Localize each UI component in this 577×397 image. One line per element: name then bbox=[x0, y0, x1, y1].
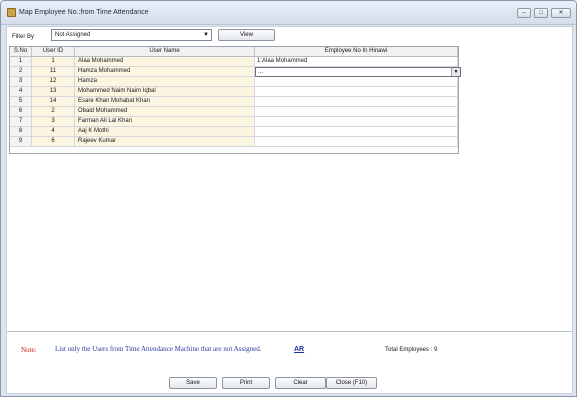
save-button[interactable]: Save bbox=[169, 377, 217, 389]
table-row[interactable]: 3 12 Hamza bbox=[10, 77, 458, 87]
footer-divider bbox=[7, 331, 572, 332]
cell-user-name: Obaid Mohammed bbox=[75, 107, 255, 117]
column-header-sno[interactable]: S.No bbox=[10, 47, 32, 57]
view-button[interactable]: View bbox=[218, 29, 275, 41]
filter-label: Filter By bbox=[12, 34, 35, 40]
cell-sno: 5 bbox=[10, 97, 32, 107]
client-area: Filter By Not Assigned ▼ View S.No User … bbox=[6, 26, 573, 394]
chevron-down-icon[interactable]: ▼ bbox=[451, 68, 460, 76]
employee-grid: S.No User ID User Name Employee No In Hi… bbox=[9, 46, 461, 154]
cell-employee-no[interactable] bbox=[255, 137, 458, 147]
cell-user-id: 12 bbox=[32, 77, 75, 87]
cell-sno: 2 bbox=[10, 67, 32, 77]
close-window-button[interactable]: ✕ bbox=[551, 8, 571, 18]
cell-user-id: 14 bbox=[32, 97, 75, 107]
cell-sno: 8 bbox=[10, 127, 32, 137]
cell-user-name: Esare Khan Mohabat Khan bbox=[75, 97, 255, 107]
cell-user-id: 6 bbox=[32, 137, 75, 147]
column-header-user-name[interactable]: User Name bbox=[75, 47, 255, 57]
table-row[interactable]: 2 11 Hamza Mohammed ... ▼ bbox=[10, 67, 461, 77]
cell-sno: 4 bbox=[10, 87, 32, 97]
cell-user-id: 3 bbox=[32, 117, 75, 127]
cell-user-id: 13 bbox=[32, 87, 75, 97]
table-row[interactable]: 8 4 Aaj K Mothi bbox=[10, 127, 458, 137]
cell-user-name: Aaj K Mothi bbox=[75, 127, 255, 137]
chevron-down-icon: ▼ bbox=[203, 32, 209, 38]
employee-no-combobox[interactable]: ... ▼ bbox=[255, 67, 461, 77]
cell-user-name: Alaa Mohammed bbox=[75, 57, 255, 67]
column-header-user-id[interactable]: User ID bbox=[32, 47, 75, 57]
cell-sno: 1 bbox=[10, 57, 32, 67]
cell-user-id: 1 bbox=[32, 57, 75, 67]
cell-employee-no[interactable] bbox=[255, 127, 458, 137]
combobox-value: ... bbox=[258, 69, 264, 75]
table-row[interactable]: 7 3 Farman Ali Lal Khan bbox=[10, 117, 458, 127]
table-row[interactable]: 5 14 Esare Khan Mohabat Khan bbox=[10, 97, 458, 107]
minimize-button[interactable]: – bbox=[517, 8, 531, 18]
cell-employee-no[interactable]: 1:Alaa Mohammed bbox=[255, 57, 458, 67]
title-bar: Map Employee No.:from Time Attendance – … bbox=[1, 1, 576, 25]
cell-sno: 6 bbox=[10, 107, 32, 117]
cell-user-id: 4 bbox=[32, 127, 75, 137]
cell-sno: 9 bbox=[10, 137, 32, 147]
cell-user-id: 11 bbox=[32, 67, 75, 77]
cell-employee-no[interactable] bbox=[255, 97, 458, 107]
main-window: Map Employee No.:from Time Attendance – … bbox=[0, 0, 577, 397]
cell-user-id: 2 bbox=[32, 107, 75, 117]
window-title: Map Employee No.:from Time Attendance bbox=[19, 9, 149, 16]
note-label: Note: bbox=[21, 346, 37, 354]
cell-user-name: Hamza bbox=[75, 77, 255, 87]
table-row[interactable]: 1 1 Alaa Mohammed 1:Alaa Mohammed bbox=[10, 57, 458, 67]
cell-employee-no[interactable] bbox=[255, 117, 458, 127]
cell-user-name: Farman Ali Lal Khan bbox=[75, 117, 255, 127]
cell-employee-no[interactable] bbox=[255, 107, 458, 117]
clear-button[interactable]: Clear bbox=[275, 377, 326, 389]
print-button[interactable]: Print bbox=[222, 377, 270, 389]
cell-employee-no[interactable] bbox=[255, 87, 458, 97]
maximize-button[interactable]: □ bbox=[534, 8, 548, 18]
column-header-employee-no[interactable]: Employee No In Hinawi bbox=[255, 47, 458, 57]
cell-employee-no[interactable] bbox=[255, 77, 458, 87]
cell-user-name: Mohammed Naim Naim Iqbal bbox=[75, 87, 255, 97]
filter-dropdown[interactable]: Not Assigned ▼ bbox=[51, 29, 212, 41]
app-icon bbox=[7, 8, 16, 17]
cell-user-name: Hamza Mohammed bbox=[75, 67, 255, 77]
table-row[interactable]: 6 2 Obaid Mohammed bbox=[10, 107, 458, 117]
table-row[interactable]: 9 6 Rajeev Kumar bbox=[10, 137, 458, 147]
total-employees: Total Employees : 9 bbox=[385, 347, 438, 353]
filter-selected-value: Not Assigned bbox=[55, 32, 91, 38]
note-text: List only the Users from Time Attendance… bbox=[55, 345, 262, 353]
table-row[interactable]: 4 13 Mohammed Naim Naim Iqbal bbox=[10, 87, 458, 97]
close-button[interactable]: Close (F10) bbox=[326, 377, 377, 389]
cell-user-name: Rajeev Kumar bbox=[75, 137, 255, 147]
cell-sno: 7 bbox=[10, 117, 32, 127]
ar-link[interactable]: AR bbox=[294, 346, 304, 353]
cell-sno: 3 bbox=[10, 77, 32, 87]
